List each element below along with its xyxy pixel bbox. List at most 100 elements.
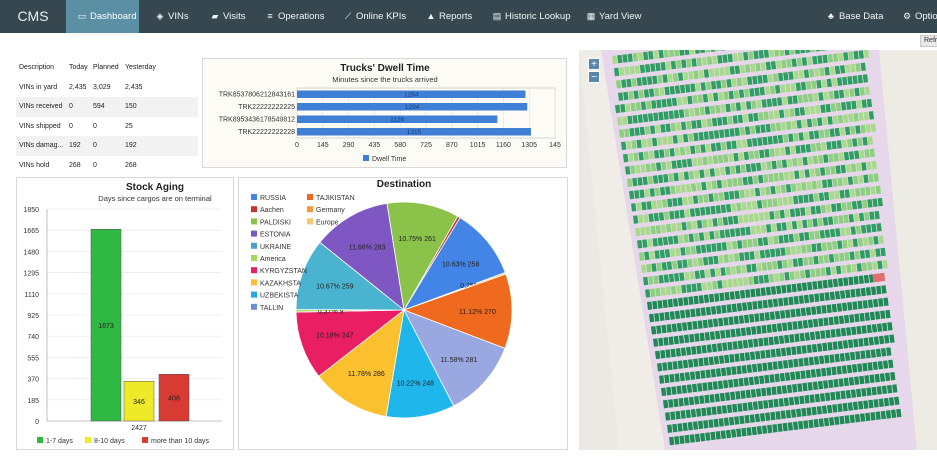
nav-historic-lookup[interactable]: ▤Historic Lookup bbox=[492, 0, 570, 33]
y-category-label: TRK22222222228 bbox=[238, 129, 295, 136]
table-row[interactable]: VINs damag... 192 0 192 bbox=[16, 136, 198, 156]
table-cell: 192 bbox=[66, 136, 90, 156]
monitor-icon: ▭ bbox=[77, 0, 87, 33]
nav-label: VINs bbox=[168, 11, 189, 22]
table-row[interactable]: VINs in yard 2,435 3,029 2,435 bbox=[16, 78, 198, 98]
legend-swatch bbox=[251, 279, 257, 285]
nav-label: Online KPIs bbox=[356, 11, 406, 22]
nav-dashboard[interactable]: ▭Dashboard bbox=[66, 0, 139, 33]
zoom-out-button[interactable]: − bbox=[588, 71, 600, 83]
chart-subtitle: Minutes since the trucks arrived bbox=[332, 75, 437, 84]
slice-data-label: 11.66% 283 bbox=[349, 244, 386, 251]
table-cell: 150 bbox=[122, 97, 198, 117]
slice-data-label: 11.12% 270 bbox=[459, 309, 496, 316]
y-tick-label: 1295 bbox=[23, 271, 39, 278]
table-cell: 192 bbox=[122, 136, 198, 156]
y-category-label: TRK895343617854981​2 bbox=[219, 117, 295, 124]
area-chart-icon: ▲ bbox=[426, 0, 436, 33]
top-navbar: CMS ▭Dashboard ◈VINs ▰Visits ≡Operations… bbox=[0, 0, 937, 33]
nav-label: Yard View bbox=[599, 11, 641, 22]
y-tick-label: 555 bbox=[27, 355, 39, 362]
x-tick-label: 290 bbox=[343, 142, 355, 149]
chart-title: Stock Aging bbox=[126, 182, 184, 193]
y-tick-label: 370 bbox=[27, 377, 39, 384]
bar-data-label: 408 bbox=[168, 396, 180, 403]
legend-swatch bbox=[251, 243, 257, 249]
legend-label: PALDISKI bbox=[260, 219, 291, 226]
chart-title: Trucks' Dwell Time bbox=[340, 63, 430, 74]
legend-label: TALLIN bbox=[260, 305, 283, 312]
legend-label: UKRAINE bbox=[260, 244, 291, 251]
legend-label: Germany bbox=[316, 207, 345, 214]
table-row[interactable]: VINs hold 268 0 268 bbox=[16, 156, 198, 176]
destination-pie-chart: Destination0.41% 1010.63% 2580.25% 611.1… bbox=[239, 178, 569, 451]
table-cell: 0 bbox=[90, 156, 122, 176]
legend-label: KAZAKHSTA bbox=[260, 280, 301, 287]
nav-options[interactable]: ⚙Options bbox=[902, 0, 937, 33]
bar-data-label: 1126 bbox=[390, 117, 404, 124]
x-tick-label: 145 bbox=[317, 142, 329, 149]
legend-swatch bbox=[251, 206, 257, 212]
tasks-icon: ≡ bbox=[265, 0, 275, 33]
legend-swatch bbox=[251, 194, 257, 200]
grid-icon: ▦ bbox=[586, 0, 596, 33]
slice-data-label: 11.78% 286 bbox=[348, 371, 385, 378]
y-category-label: TRK853780621284316​1 bbox=[219, 92, 295, 99]
table-row[interactable]: VINs received 0 594 150 bbox=[16, 97, 198, 117]
yard-map[interactable]: + − bbox=[579, 50, 937, 450]
legend-swatch bbox=[307, 194, 313, 200]
column-header: Planned bbox=[90, 58, 122, 78]
table-row[interactable]: VINs shipped 0 0 25 bbox=[16, 117, 198, 137]
nav-base-data[interactable]: ♣Base Data bbox=[826, 0, 883, 33]
nav-reports[interactable]: ▲Reports bbox=[426, 0, 472, 33]
legend-swatch bbox=[142, 437, 148, 443]
nav-operations[interactable]: ≡Operations bbox=[265, 0, 324, 33]
legend-label: more than 10 days bbox=[151, 438, 209, 445]
legend-swatch bbox=[85, 437, 91, 443]
yard-map-canvas[interactable] bbox=[579, 50, 937, 450]
x-tick-label: 725 bbox=[420, 142, 432, 149]
table-cell: VINs shipped bbox=[16, 117, 66, 137]
gear-icon: ⚙ bbox=[902, 0, 912, 33]
nav-visits[interactable]: ▰Visits bbox=[210, 0, 246, 33]
table-cell: 0 bbox=[90, 117, 122, 137]
x-tick-label: 1305 bbox=[521, 142, 537, 149]
table-cell: 25 bbox=[122, 117, 198, 137]
dwell-time-chart: Trucks' Dwell TimeMinutes since the truc… bbox=[203, 59, 568, 169]
line-chart-icon: ⟋ bbox=[343, 0, 353, 33]
bar-data-label: 1315 bbox=[407, 129, 422, 136]
y-tick-label: 185 bbox=[27, 398, 39, 405]
brand-logo[interactable]: CMS bbox=[0, 0, 66, 33]
slice-data-label: 10.67% 259 bbox=[316, 283, 353, 290]
table-cell: VINs in yard bbox=[16, 78, 66, 98]
y-tick-label: 925 bbox=[27, 313, 39, 320]
legend-label: America bbox=[260, 256, 286, 263]
nav-yard-view[interactable]: ▦Yard View bbox=[586, 0, 641, 33]
slice-data-label: 11.58% 281 bbox=[440, 357, 477, 364]
table-cell: VINs received bbox=[16, 97, 66, 117]
legend-label: UZBEKISTA bbox=[260, 293, 299, 300]
nav-label: Reports bbox=[439, 11, 472, 22]
slice-data-label: 10.63% 258 bbox=[442, 261, 479, 268]
table-cell: 0 bbox=[66, 117, 90, 137]
bar-data-label: 346 bbox=[133, 399, 145, 406]
column-header: Description bbox=[16, 58, 66, 78]
destination-chart-panel: Destination0.41% 1010.63% 2580.25% 611.1… bbox=[238, 177, 568, 450]
x-tick-label: 580 bbox=[394, 142, 406, 149]
truck-icon: ▰ bbox=[210, 0, 220, 33]
nav-online-kpis[interactable]: ⟋Online KPIs bbox=[343, 0, 406, 33]
nav-label: Dashboard bbox=[90, 11, 136, 22]
legend-label: 8-10 days bbox=[94, 438, 125, 445]
refresh-button[interactable]: Refr bbox=[920, 35, 937, 47]
x-axis-label: 2427 bbox=[131, 425, 147, 432]
x-tick-label: 145 bbox=[549, 142, 561, 149]
legend-label: Aachen bbox=[260, 207, 284, 214]
zoom-in-button[interactable]: + bbox=[588, 58, 600, 70]
users-icon: ♣ bbox=[826, 0, 836, 33]
table-cell: VINs hold bbox=[16, 156, 66, 176]
nav-label: Options bbox=[915, 11, 937, 22]
y-tick-label: 740 bbox=[27, 334, 39, 341]
nav-label: Operations bbox=[278, 11, 324, 22]
legend-swatch bbox=[307, 218, 313, 224]
nav-vins[interactable]: ◈VINs bbox=[155, 0, 189, 33]
